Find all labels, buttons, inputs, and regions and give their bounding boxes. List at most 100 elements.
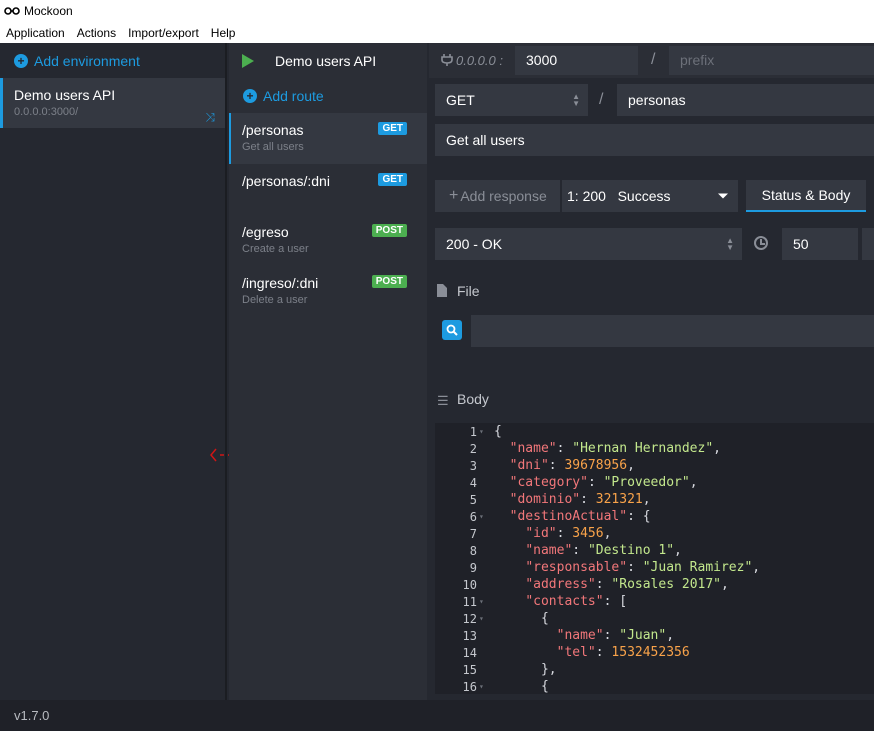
code-token: { [540,679,549,694]
route-item-personas[interactable]: /personas Get all users GET [229,113,427,164]
code-token: "Rosales 2017" [611,577,721,592]
code-token: 1532452356 [611,645,690,660]
code-token: "dni" [509,458,549,473]
code-token: , [642,492,651,507]
add-response-icon: + [449,187,459,204]
method-select[interactable]: GET ▲ ▼ [435,84,588,116]
select-arrows-icon: ▲ ▼ [726,236,734,252]
code-text: "contacts": [ [489,594,627,609]
response-select[interactable]: 1: 200 Success [562,180,738,212]
body-section-label: Body [457,391,489,407]
latency-input[interactable]: 50 [782,228,858,260]
line-number: 8 [469,543,477,558]
add-environment-label: Add environment [34,52,140,69]
code-text: "address": "Rosales 2017", [489,577,729,592]
code-token: "Destino 1" [587,543,675,558]
code-token: : [627,560,643,575]
code-line: 4 "category": "Proveedor", [435,474,874,491]
environment-bar: Demo users API [229,43,427,78]
port-input[interactable]: 3000 [515,46,638,75]
environment-title: Demo users API [275,52,377,69]
latency-unit-box [862,228,874,260]
menu-application[interactable]: Application [0,26,71,40]
code-token: , [689,475,698,490]
code-line: 8 "name": "Destino 1", [435,542,874,559]
code-text: { [489,611,549,626]
plug-icon [441,53,453,70]
route-description-input[interactable]: Get all users [435,124,874,156]
add-response-label: Add response [460,188,547,204]
file-search-icon[interactable] [442,320,462,340]
tab-status-body[interactable]: Status & Body [746,180,866,212]
line-number: 11 [462,594,477,609]
file-path-input[interactable] [471,315,874,347]
route-editor: 0.0.0.0 : 3000 / prefix GET ▲ ▼ / persona… [429,43,874,700]
menu-help[interactable]: Help [205,26,242,40]
add-route-button[interactable]: + Add route [229,78,427,113]
body-code-editor[interactable]: 1 ▾{2 "name": "Hernan Hernandez", 3 "dni":… [435,423,874,694]
code-line: 16 ▾ { [435,678,874,694]
code-token: , [674,543,682,558]
play-icon[interactable] [242,53,254,68]
code-token: , [666,628,675,643]
code-token: : [ [603,594,628,609]
prefix-input[interactable]: prefix [669,46,874,75]
add-response-button[interactable]: + Add response [435,180,560,212]
fold-toggle-icon[interactable]: ▾ [479,427,489,436]
environment-host: 0.0.0.0:3000/ [14,106,79,118]
method-badge: POST [371,275,407,288]
code-line: 7 "id": 3456, [435,525,874,542]
code-text: }, [489,662,557,677]
status-code-select[interactable]: 200 - OK ▲ ▼ [435,228,742,260]
route-path-input[interactable]: personas [617,84,874,116]
code-token: : [556,441,573,456]
code-token: "category" [509,475,588,490]
code-line: 14 "tel": 1532452356 [435,644,874,661]
fold-toggle-icon[interactable]: ▾ [479,614,489,623]
code-text: "name": "Hernan Hernandez", [489,441,721,456]
add-environment-button[interactable]: + Add environment [0,43,225,78]
method-badge: GET [378,122,407,135]
code-token: 39678956 [564,458,628,473]
fold-toggle-icon[interactable]: ▾ [479,512,489,521]
app-version: v1.7.0 [14,708,50,723]
add-environment-icon: + [14,53,28,68]
code-line: 6 ▾ "destinoActual": { [435,508,874,525]
code-token: 321321 [595,492,643,507]
code-token: "dominio" [509,492,581,507]
code-text: "category": "Proveedor", [489,475,698,490]
code-line: 3 "dni": 39678956, [435,457,874,474]
fold-toggle-icon[interactable]: ▾ [479,682,489,691]
route-item-egreso[interactable]: /egreso Create a user POST [229,215,427,266]
menu-actions[interactable]: Actions [71,26,122,40]
code-token: , [752,560,761,575]
code-token: "Juan Ramirez" [642,560,753,575]
fold-toggle-icon[interactable]: ▾ [479,597,489,606]
body-icon: ☰ [437,393,449,408]
code-text: "destinoActual": { [489,509,651,524]
add-route-label: Add route [263,87,324,104]
line-number: 5 [469,492,477,507]
status-code-value: 200 - OK [446,236,503,252]
code-token: : [595,577,612,592]
window-titlebar: Mockoon [0,0,874,22]
file-icon [437,284,447,300]
line-number: 12 [462,611,477,626]
code-line: 15 }, [435,661,874,678]
route-path-slash: / [599,91,604,108]
method-badge: GET [378,173,407,186]
environment-item-demo-users-api[interactable]: Demo users API 0.0.0.0:3000/ ⤨ [0,78,225,128]
code-token: { [494,424,502,439]
code-text: "dni": 39678956, [489,458,635,473]
prefix-slash: / [651,51,656,68]
caret-down-icon [718,193,728,199]
method-select-value: GET [446,92,475,108]
code-token: : [603,628,620,643]
code-text: { [489,679,549,694]
code-text: "responsable": "Juan Ramirez", [489,560,760,575]
shuffle-icon[interactable]: ⤨ [205,110,215,125]
file-section-label: File [457,283,480,299]
route-item-ingreso-dni[interactable]: /ingreso/:dni Delete a user POST [229,266,427,317]
route-item-personas-dni[interactable]: /personas/:dni GET [229,164,427,215]
menu-import-export[interactable]: Import/export [122,26,205,40]
